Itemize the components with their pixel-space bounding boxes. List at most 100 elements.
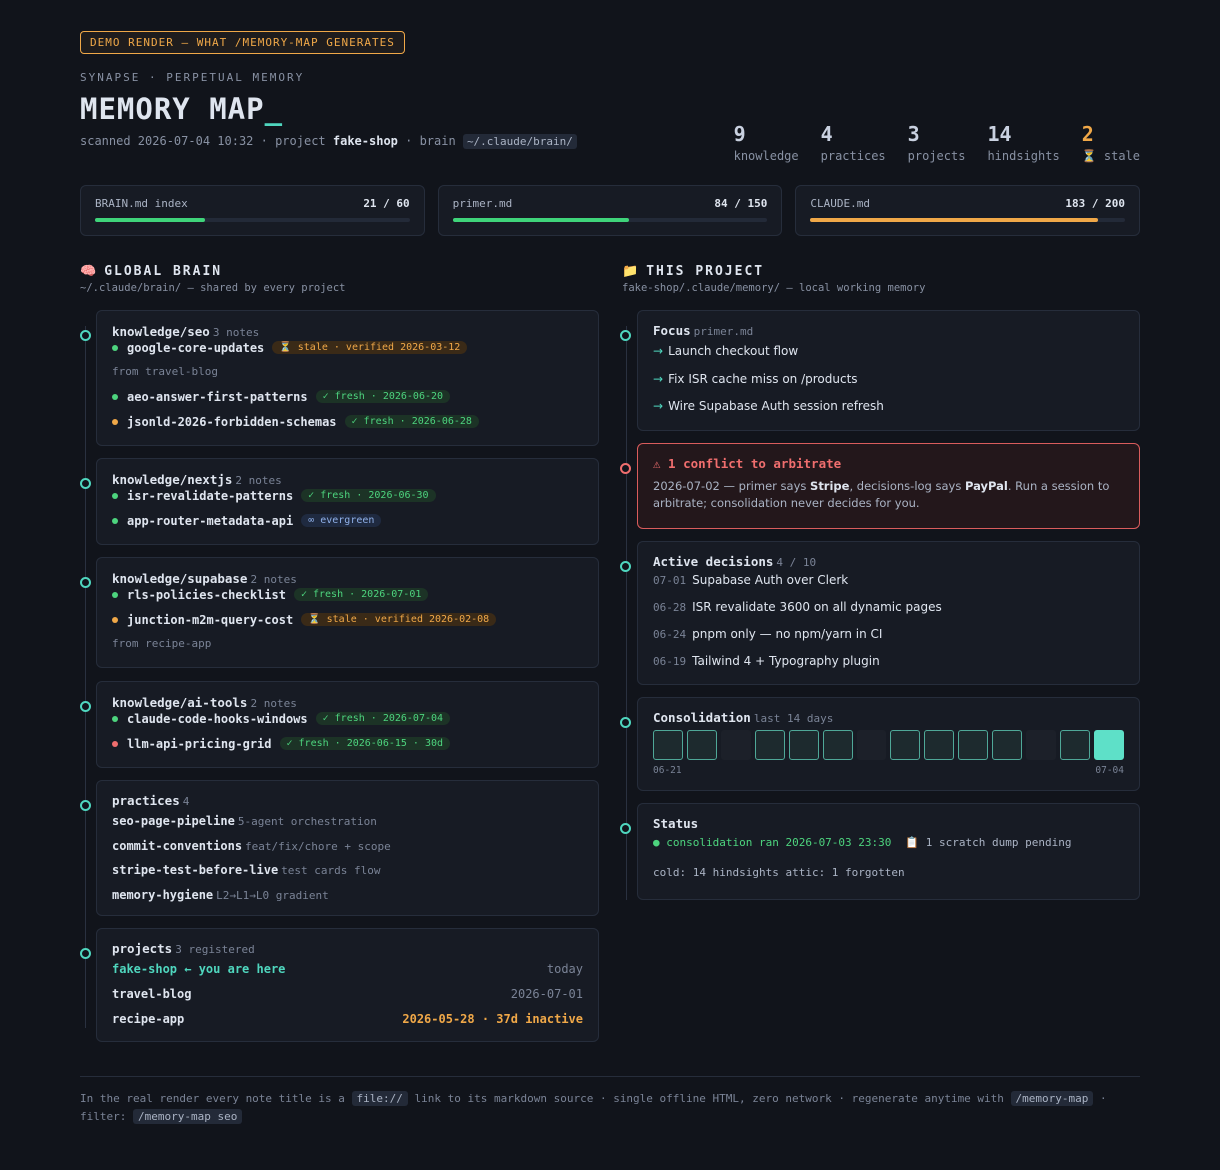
note-row[interactable]: llm-api-pricing-grid ✓ fresh · 2026-06-15… [112,731,583,756]
project-item[interactable]: recipe-app 2026-05-28 · 37d inactive [112,1007,583,1032]
this-project-heading: 📁 THIS PROJECT [622,264,765,279]
decision-item: 07-01 Supabase Auth over Clerk [653,573,849,587]
stat-0: 9 knowledge [734,123,799,163]
note-row[interactable]: app-router-metadata-api ∞ evergreen [112,508,583,533]
day-cell [822,730,853,760]
freshness-badge: ✓ fresh · 2026-06-28 [344,415,479,428]
note-row[interactable]: aeo-answer-first-patterns ✓ fresh · 2026-… [112,384,583,409]
day-cell [653,730,683,760]
timeline-dot [620,561,631,572]
timeline-dot [620,330,631,341]
timeline-dot [620,823,631,834]
budget-track [95,218,410,222]
title-cursor: _ [264,92,284,126]
note-title[interactable]: rls-policies-checklist [127,588,286,602]
conflict-body: 2026-07-02 — primer says Stripe, decisio… [653,479,1110,510]
day-cell [1060,730,1090,760]
timeline-dot [620,717,631,728]
note-title[interactable]: junction-m2m-query-cost [127,613,293,627]
timeline-dot [620,463,631,474]
file-link-code: file:// [351,1091,408,1106]
budgets: BRAIN.md index 21 / 60 primer.md 84 / 150 CL… [80,185,1141,236]
note-title[interactable]: jsonld-2026-forbidden-schemas [127,415,337,429]
status-line: ● consolidation ran 2026-07-03 23:30 📋 1 … [653,836,1072,849]
decision-item: 06-28 ISR revalidate 3600 on all dynamic … [653,600,942,614]
conflict-card[interactable]: ⚠ 1 conflict to arbitrate 2026-07-02 — p… [637,443,1140,529]
eyebrow: SYNAPSE · PERPETUAL MEMORY [80,71,305,84]
stat-label: knowledge [733,149,799,163]
note-row[interactable]: junction-m2m-query-cost ⏳ stale · verifie… [112,607,583,632]
day-cell [890,730,921,760]
stat-value: 9 [733,122,746,146]
day-cell [754,730,785,760]
day-cell [720,730,751,760]
range-start: 06-21 [653,765,682,776]
note-title[interactable]: aeo-answer-first-patterns [127,390,308,404]
stat-label: ⏳ stale [1081,149,1140,163]
consolidation-card: Consolidation last 14 days 06-21 07-04 [637,697,1140,791]
freshness-badge: ✓ fresh · 2026-07-04 [315,712,451,725]
practice-item[interactable]: stripe-test-before-live test cards flow [112,858,583,883]
project-item[interactable]: fake-shop ← you are here today [112,957,583,982]
budget-track [810,218,1126,222]
status-card: Status ● consolidation ran 2026-07-03 23… [637,803,1140,900]
timeline-dot [80,330,91,341]
decision-item: 06-19 Tailwind 4 + Typography plugin [653,654,880,668]
status-dot [112,344,118,351]
freshness-badge: ✓ fresh · 2026-06-15 · 30d [279,737,451,750]
budget-count: 21 / 60 [363,197,410,210]
note-title[interactable]: isr-revalidate-patterns [127,489,293,503]
timeline-dot [80,701,91,712]
budget-track [452,218,768,222]
header: DEMO RENDER — WHAT /MEMORY-MAP GENERATES… [80,31,1141,236]
arrow-icon: → [653,399,664,413]
stat-label: hindsights [987,149,1060,163]
status-dot [112,517,118,524]
global-rail [85,326,86,1028]
practices-title: practices 4 [112,793,190,808]
project-item[interactable]: travel-blog 2026-07-01 [112,982,583,1007]
budget-fill [95,218,206,222]
consolidation-title: Consolidation last 14 days [653,710,834,725]
brain-path: ~/.claude/brain/ [462,134,577,149]
note-title[interactable]: claude-code-hooks-windows [127,712,308,726]
stat-2: 3 projects [908,123,966,163]
note-title[interactable]: llm-api-pricing-grid [127,737,272,751]
focus-title: Focus primer.md [653,323,754,338]
demo-badge: DEMO RENDER — WHAT /MEMORY-MAP GENERATES [80,31,405,54]
project-last-seen: 2026-05-28 · 37d inactive [402,1012,583,1026]
stat-label: practices [820,149,886,163]
global-brain-path: ~/.claude/brain/ — shared by every proje… [80,282,346,294]
focus-item: → Launch checkout flow [653,344,799,358]
decisions-card: Active decisions 4 / 10 07-01 Supabase Aut… [637,541,1140,685]
timeline-dot [80,577,91,588]
status-dot [112,715,118,722]
budget-fill [452,218,629,222]
consolidation-grid [653,730,1124,760]
budget-fill [810,218,1099,222]
stat-3: 14 hindsights [987,123,1059,163]
note-title[interactable]: app-router-metadata-api [127,514,293,528]
budget-1: primer.md 84 / 150 [437,185,783,236]
practice-item[interactable]: seo-page-pipeline 5-agent orchestration [112,809,583,834]
status-dot [112,492,118,499]
stat-value: 14 [987,122,1012,146]
note-title[interactable]: google-core-updates [127,341,264,355]
practice-item[interactable]: memory-hygiene L2→L1→L0 gradient [112,883,583,908]
stat-value: 2 [1081,122,1094,146]
filter-code: /memory-map seo [132,1109,243,1124]
projects-card: projects 3 registered fake-shop ← you are… [96,928,599,1042]
focus-item: → Fix ISR cache miss on /products [653,371,858,386]
projects-title: projects 3 registered [112,941,255,956]
focus-card: Focus primer.md → Launch checkout flow → Fix… [637,310,1140,431]
status-dot [112,740,118,747]
arrow-icon: → [653,371,664,386]
status-dot [112,393,118,400]
conflict-title: ⚠ 1 conflict to arbitrate [653,456,842,471]
knowledge-card: knowledge/supabase 2 notes rls-policies-ch… [96,557,599,668]
practice-item[interactable]: commit-conventions feat/fix/chore + scope [112,834,583,859]
status-cold: cold: 14 hindsights attic: 1 forgotten [653,866,905,879]
day-cell [856,730,887,760]
note-row[interactable]: jsonld-2026-forbidden-schemas ✓ fresh · 2… [112,409,583,434]
knowledge-card: knowledge/ai-tools 2 notes claude-code-hoo… [96,681,599,768]
